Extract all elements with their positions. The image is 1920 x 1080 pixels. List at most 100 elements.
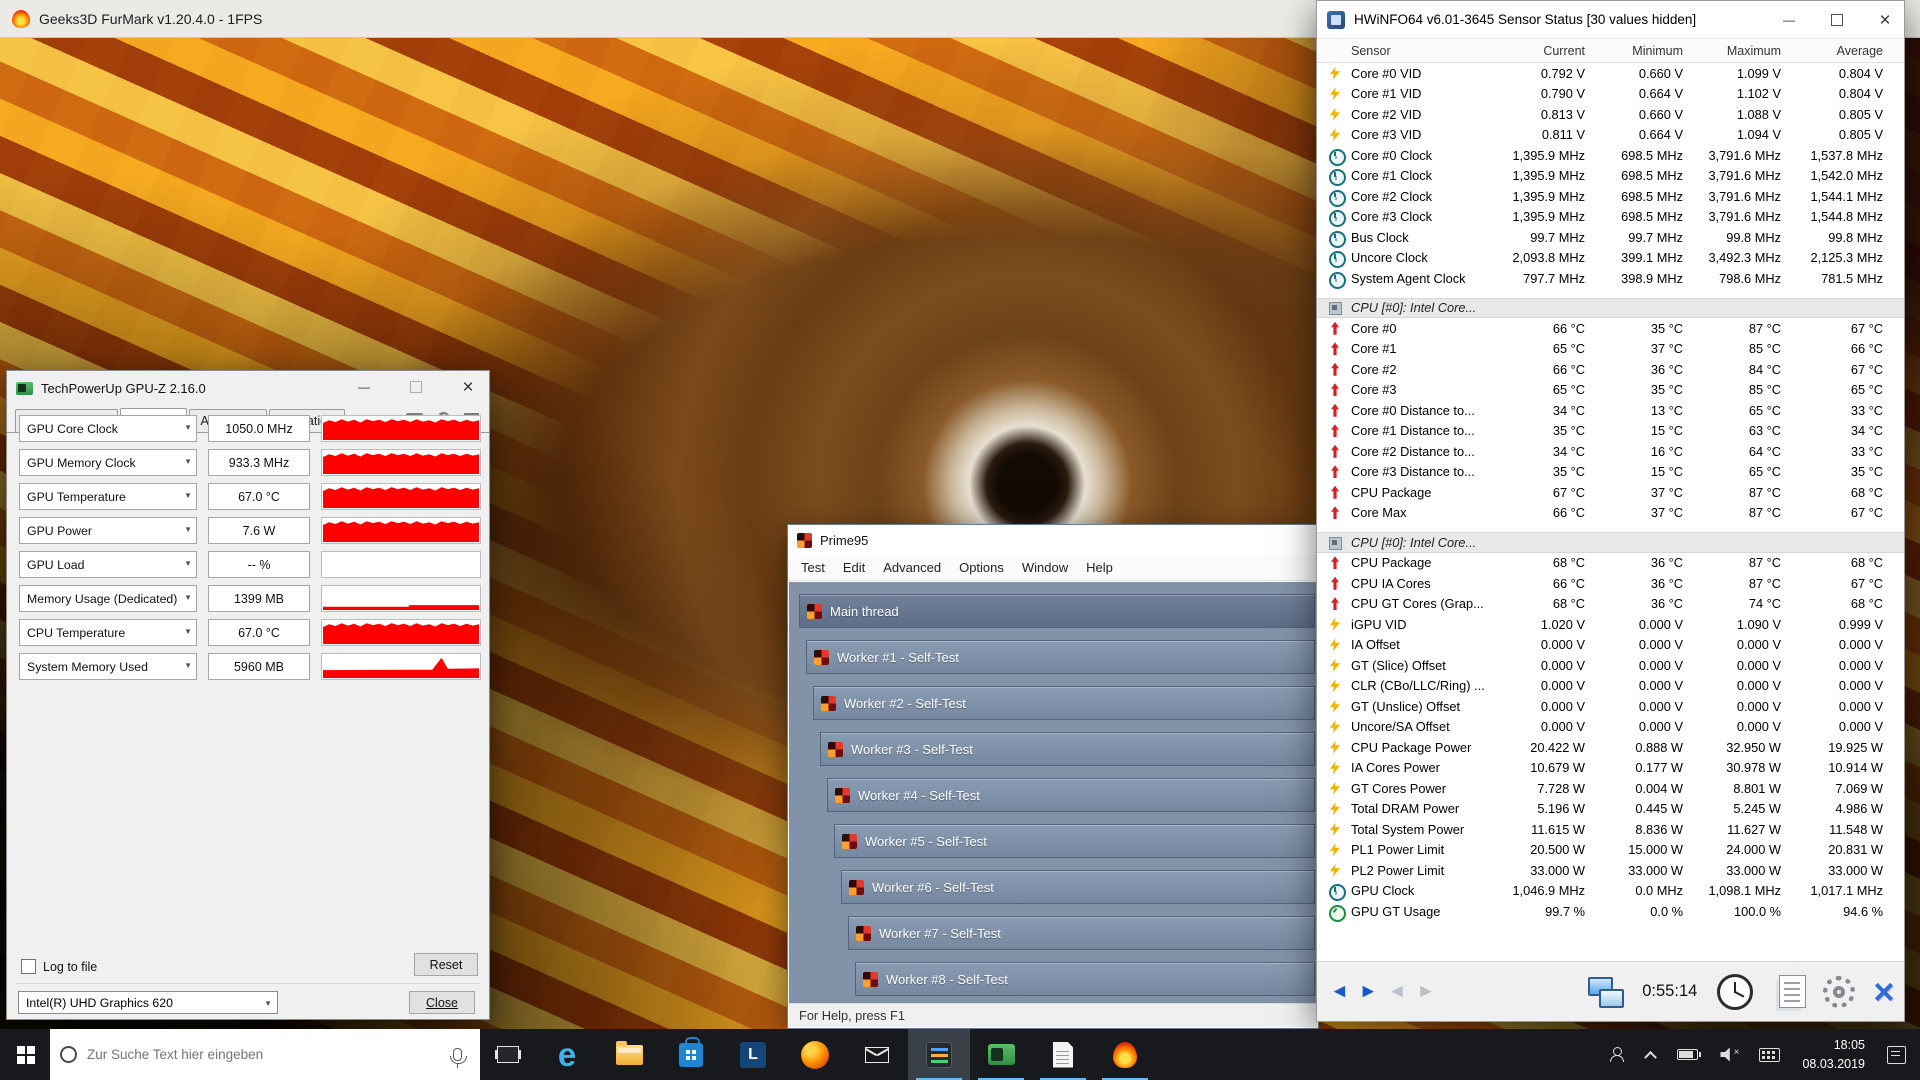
sensor-row[interactable]: Core #2 66 °C 36 °C 84 °C 67 °C (1317, 359, 1904, 380)
sensor-row[interactable]: Core #3 65 °C 35 °C 85 °C 65 °C (1317, 380, 1904, 401)
sensor-row[interactable]: GPU Clock 1,046.9 MHz 0.0 MHz 1,098.1 MH… (1317, 881, 1904, 902)
worker-window-titlebar[interactable]: Worker #4 - Self-Test (827, 778, 1315, 812)
maximize-button[interactable] (1822, 9, 1852, 31)
touch-keyboard-icon[interactable] (1759, 1048, 1780, 1062)
taskbar-app-button[interactable] (784, 1029, 846, 1080)
device-select-dropdown[interactable]: Intel(R) UHD Graphics 620 (18, 991, 278, 1014)
menu-item[interactable]: Test (792, 560, 834, 575)
sensor-row[interactable]: IA Cores Power 10.679 W 0.177 W 30.978 W… (1317, 758, 1904, 779)
tray-clock[interactable]: 18:05 08.03.2019 (1802, 1036, 1865, 1072)
menu-item[interactable]: Edit (834, 560, 874, 575)
sensor-row[interactable]: GT (Slice) Offset 0.000 V 0.000 V 0.000 … (1317, 655, 1904, 676)
search-input[interactable] (87, 1047, 443, 1062)
close-dialog-button[interactable]: Close (409, 991, 475, 1014)
worker-window-titlebar[interactable]: Worker #8 - Self-Test (855, 962, 1315, 996)
sensor-row[interactable]: Core #1 VID 0.790 V 0.664 V 1.102 V 0.80… (1317, 84, 1904, 105)
hwinfo-titlebar[interactable]: HWiNFO64 v6.01-3645 Sensor Status [30 va… (1317, 1, 1904, 39)
nav-forward-icon[interactable] (1356, 982, 1381, 1001)
sensor-row[interactable]: Core #1 Clock 1,395.9 MHz 698.5 MHz 3,79… (1317, 166, 1904, 187)
taskbar-search[interactable] (50, 1029, 480, 1080)
sensor-row[interactable]: CPU Package 67 °C 37 °C 87 °C 68 °C (1317, 482, 1904, 503)
menu-item[interactable]: Window (1013, 560, 1077, 575)
action-center-icon[interactable] (1887, 1046, 1906, 1064)
start-button[interactable] (0, 1029, 50, 1080)
taskbar-app-button[interactable] (536, 1029, 598, 1080)
sensor-row[interactable]: Core Max 66 °C 37 °C 87 °C 67 °C (1317, 503, 1904, 524)
sensor-row[interactable]: Core #1 Distance to... 35 °C 15 °C 63 °C… (1317, 421, 1904, 442)
taskbar-app-button[interactable] (846, 1029, 908, 1080)
sensor-row[interactable]: Core #0 66 °C 35 °C 87 °C 67 °C (1317, 318, 1904, 339)
sensor-row[interactable]: Core #2 Clock 1,395.9 MHz 698.5 MHz 3,79… (1317, 186, 1904, 207)
sensor-row[interactable]: PL2 Power Limit 33.000 W 33.000 W 33.000… (1317, 860, 1904, 881)
sensor-row[interactable]: IA Offset 0.000 V 0.000 V 0.000 V 0.000 … (1317, 635, 1904, 656)
sensor-row[interactable]: Core #0 Clock 1,395.9 MHz 698.5 MHz 3,79… (1317, 145, 1904, 166)
sensor-row[interactable]: Core #3 Distance to... 35 °C 15 °C 65 °C… (1317, 462, 1904, 483)
taskbar-app-button[interactable] (970, 1029, 1032, 1080)
microphone-icon[interactable] (453, 1048, 462, 1061)
worker-window-titlebar[interactable]: Worker #5 - Self-Test (834, 824, 1315, 858)
sensor-select-dropdown[interactable]: GPU Load (19, 551, 197, 578)
sensor-row[interactable]: CLR (CBo/LLC/Ring) ... 0.000 V 0.000 V 0… (1317, 676, 1904, 697)
sensor-row[interactable]: Core #3 Clock 1,395.9 MHz 698.5 MHz 3,79… (1317, 207, 1904, 228)
log-to-file-option[interactable]: Log to file (21, 959, 97, 974)
sensor-row[interactable]: GT Cores Power 7.728 W 0.004 W 8.801 W 7… (1317, 778, 1904, 799)
task-view-button[interactable] (480, 1029, 536, 1080)
sensor-row[interactable]: Core #3 VID 0.811 V 0.664 V 1.094 V 0.80… (1317, 125, 1904, 146)
sensor-row[interactable]: Total DRAM Power 5.196 W 0.445 W 5.245 W… (1317, 799, 1904, 820)
report-icon[interactable] (1779, 975, 1806, 1008)
battery-icon[interactable] (1677, 1049, 1698, 1060)
taskbar-app-button[interactable] (598, 1029, 660, 1080)
sensor-row[interactable]: System Agent Clock 797.7 MHz 398.9 MHz 7… (1317, 268, 1904, 289)
sensor-row[interactable]: CPU [#0]: Intel Core... (1317, 298, 1904, 319)
sensor-table-header[interactable]: Sensor Current Minimum Maximum Average (1317, 39, 1904, 63)
sensor-row[interactable]: Uncore/SA Offset 0.000 V 0.000 V 0.000 V… (1317, 717, 1904, 738)
sensor-row[interactable]: iGPU VID 1.020 V 0.000 V 1.090 V 0.999 V (1317, 614, 1904, 635)
maximize-button[interactable] (401, 376, 431, 398)
worker-window-titlebar[interactable]: Worker #1 - Self-Test (806, 640, 1315, 674)
sensor-row[interactable]: CPU IA Cores 66 °C 36 °C 87 °C 67 °C (1317, 573, 1904, 594)
sensor-row[interactable]: Bus Clock 99.7 MHz 99.7 MHz 99.8 MHz 99.… (1317, 227, 1904, 248)
close-button[interactable] (1870, 9, 1900, 31)
sensor-select-dropdown[interactable]: GPU Temperature (19, 483, 197, 510)
minimize-button[interactable] (349, 376, 379, 398)
menu-item[interactable]: Options (950, 560, 1013, 575)
settings-gear-icon[interactable] (1823, 976, 1855, 1008)
worker-window-titlebar[interactable]: Worker #2 - Self-Test (813, 686, 1315, 720)
sensor-row[interactable]: GPU GT Usage 99.7 % 0.0 % 100.0 % 94.6 % (1317, 901, 1904, 922)
sensor-row[interactable]: Uncore Clock 2,093.8 MHz 399.1 MHz 3,492… (1317, 248, 1904, 269)
sensor-row[interactable]: Core #0 VID 0.792 V 0.660 V 1.099 V 0.80… (1317, 63, 1904, 84)
sensor-row[interactable]: Core #2 Distance to... 34 °C 16 °C 64 °C… (1317, 441, 1904, 462)
prime95-titlebar[interactable]: Prime95 (788, 525, 1318, 555)
remote-monitoring-icon[interactable] (1588, 976, 1624, 1008)
taskbar-app-button[interactable] (660, 1029, 722, 1080)
taskbar-app-button[interactable] (1032, 1029, 1094, 1080)
taskbar-app-button[interactable] (722, 1029, 784, 1080)
taskbar-app-button[interactable] (1094, 1029, 1156, 1080)
sensor-row[interactable]: GT (Unslice) Offset 0.000 V 0.000 V 0.00… (1317, 696, 1904, 717)
gpuz-titlebar[interactable]: TechPowerUp GPU-Z 2.16.0 (7, 371, 489, 405)
sensor-select-dropdown[interactable]: GPU Power (19, 517, 197, 544)
nav-back-icon[interactable] (1327, 982, 1352, 1001)
sensor-row[interactable]: PL1 Power Limit 20.500 W 15.000 W 24.000… (1317, 840, 1904, 861)
nav-forward-disabled-icon[interactable] (1413, 982, 1438, 1001)
minimize-button[interactable] (1774, 9, 1804, 31)
sensor-row[interactable]: CPU Package Power 20.422 W 0.888 W 32.95… (1317, 737, 1904, 758)
sensor-row[interactable]: Total System Power 11.615 W 8.836 W 11.6… (1317, 819, 1904, 840)
worker-window-titlebar[interactable]: Main thread (799, 594, 1315, 628)
sensor-select-dropdown[interactable]: GPU Core Clock (19, 415, 197, 442)
chevron-up-icon[interactable] (1645, 1051, 1658, 1064)
sensor-select-dropdown[interactable]: CPU Temperature (19, 619, 197, 646)
sensor-row[interactable]: Core #0 Distance to... 34 °C 13 °C 65 °C… (1317, 400, 1904, 421)
close-button[interactable] (453, 376, 483, 398)
worker-window-titlebar[interactable]: Worker #6 - Self-Test (841, 870, 1315, 904)
worker-window-titlebar[interactable]: Worker #3 - Self-Test (820, 732, 1315, 766)
reset-button[interactable]: Reset (414, 953, 478, 976)
taskbar-app-button[interactable] (908, 1029, 970, 1080)
close-sensors-icon[interactable] (1873, 974, 1894, 1010)
sensor-select-dropdown[interactable]: System Memory Used (19, 653, 197, 680)
sensor-row[interactable]: CPU GT Cores (Grap... 68 °C 36 °C 74 °C … (1317, 594, 1904, 615)
sensor-row[interactable]: Core #1 65 °C 37 °C 85 °C 66 °C (1317, 339, 1904, 360)
log-to-file-checkbox[interactable] (21, 959, 36, 974)
sensor-select-dropdown[interactable]: GPU Memory Clock (19, 449, 197, 476)
people-icon[interactable] (1609, 1047, 1624, 1062)
